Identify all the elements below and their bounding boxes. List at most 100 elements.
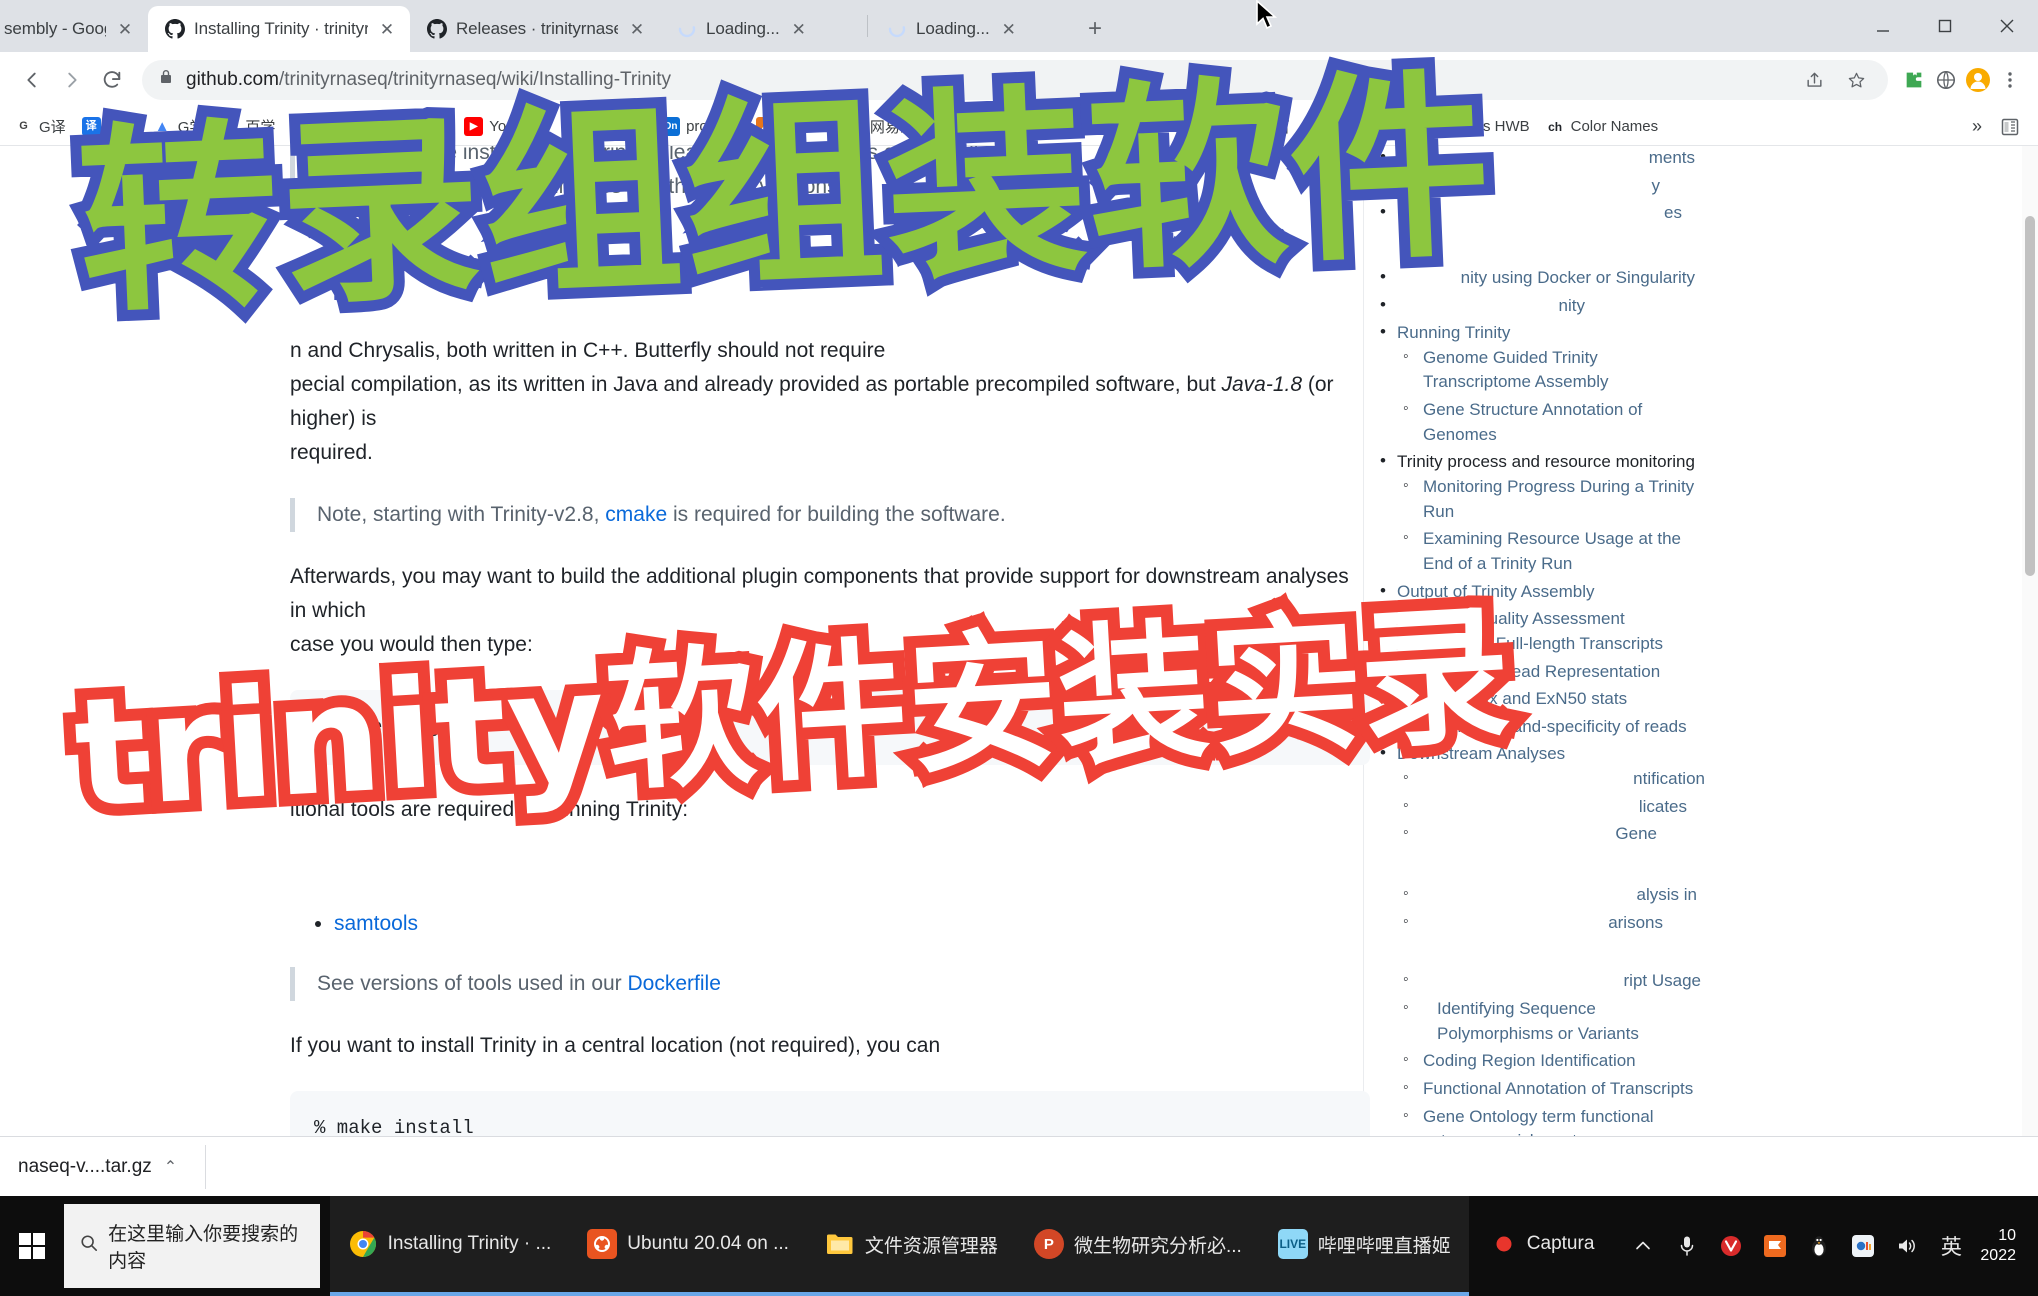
bookmark-12[interactable]: ⟳ 公众号 xyxy=(1009,113,1095,140)
browser-tab-3[interactable]: Loading... ✕ xyxy=(660,6,865,52)
toc-link[interactable]: Genome Guided Trinity Transcriptome Asse… xyxy=(1423,348,1608,392)
toc-link[interactable]: Contig Nx and ExN50 stats xyxy=(1423,689,1627,708)
bookmark-16[interactable]: d d... xyxy=(1298,114,1360,139)
taskbar-app-powerpoint[interactable]: P 微生物研究分析必... xyxy=(1015,1196,1260,1296)
scrollbar-thumb[interactable] xyxy=(2025,216,2035,576)
microphone-icon[interactable] xyxy=(1672,1231,1702,1261)
toc-link[interactable]: licates xyxy=(1639,797,1687,816)
taskbar-clock[interactable]: 10 2022 xyxy=(1980,1226,2022,1266)
bookmark-19[interactable]: ch Color Names xyxy=(1538,114,1667,139)
browser-tab-0[interactable]: sembly - Google Sear ✕ xyxy=(0,6,148,52)
profile-avatar[interactable] xyxy=(1962,64,1994,96)
flag-icon[interactable] xyxy=(1760,1231,1790,1261)
bookmark-6[interactable]: ▶ YouTube xyxy=(456,114,556,139)
back-icon[interactable] xyxy=(12,60,52,100)
bookmark-17[interactable]: P IF xyxy=(1360,114,1414,139)
browser-tab-1[interactable]: Installing Trinity · trinityrnaseq ✕ xyxy=(148,6,410,52)
browser-tab-4[interactable]: Loading... ✕ xyxy=(870,6,1070,52)
taskbar-app-file-explorer[interactable]: 文件资源管理器 xyxy=(806,1196,1016,1296)
toc-link[interactable]: ments xyxy=(1649,148,1695,167)
toc-link[interactable]: ntification xyxy=(1633,769,1705,788)
ime-language-indicator[interactable]: 英 xyxy=(1936,1231,1966,1261)
toc-link[interactable]: nity xyxy=(1559,296,1585,315)
close-icon[interactable]: ✕ xyxy=(114,18,136,40)
bookmarks-overflow-button[interactable]: » xyxy=(1962,113,1992,140)
bookmark-favicon: 译 xyxy=(81,117,101,136)
download-item[interactable]: naseq-v....tar.gz ⌃ xyxy=(0,1144,195,1190)
bookmark-4[interactable]: ◕ 皮图书 xyxy=(283,113,369,140)
address-bar[interactable]: github.com/trinityrnaseq/trinityrnaseq/w… xyxy=(142,60,1888,100)
maximize-icon[interactable] xyxy=(1914,0,1976,52)
toc-link[interactable]: es xyxy=(1664,203,1682,222)
chrome-menu-icon[interactable] xyxy=(1994,64,2026,96)
close-icon[interactable]: ✕ xyxy=(998,18,1020,40)
toc-link[interactable]: Functional Annotation of Transcripts xyxy=(1423,1079,1693,1098)
toc-link[interactable]: Assembly Quality Assessment xyxy=(1397,609,1625,628)
bookmark-3[interactable]: 熊百学 xyxy=(212,113,283,140)
toc-link[interactable]: Counting Full-length Transcripts xyxy=(1423,634,1663,653)
toc-link[interactable]: Examine strand-specificity of reads xyxy=(1423,717,1687,736)
bookmark-0[interactable]: G G译 xyxy=(6,113,74,140)
toc-link[interactable]: RNA-Seq Read Representation xyxy=(1423,662,1660,681)
bookmark-10[interactable]: 易网易邮箱 xyxy=(837,113,938,140)
cmake-link[interactable]: cmake xyxy=(605,503,667,526)
toc-link[interactable]: Identifying Sequence Polymorphisms or Va… xyxy=(1437,999,1639,1043)
bookmark-1[interactable]: 译百译 xyxy=(74,113,145,140)
bookmark-5[interactable]: ⚕ Library xyxy=(369,114,456,139)
penguin-icon[interactable] xyxy=(1804,1231,1834,1261)
bookmark-9[interactable]: ⟁ draw.io xyxy=(748,114,837,139)
bookmark-14[interactable]: ♪ Music xyxy=(1162,114,1242,139)
star-icon[interactable] xyxy=(1840,64,1872,96)
toc-link[interactable]: Downstream Analyses xyxy=(1397,744,1565,763)
bookmark-18[interactable]: W Colors HWB xyxy=(1414,114,1538,139)
reading-list-icon[interactable] xyxy=(1992,114,2032,140)
singularity-link[interactable]: Singularity xyxy=(450,175,548,198)
toc-link[interactable]: Coding Region Identification xyxy=(1423,1051,1636,1070)
toc-link[interactable]: Examining Resource Usage at the End of a… xyxy=(1423,529,1681,573)
new-tab-button[interactable]: + xyxy=(1078,12,1112,46)
browser-tab-2[interactable]: Releases · trinityrnaseq/trinityr ✕ xyxy=(410,6,660,52)
toc-link[interactable]: ript Usage xyxy=(1624,971,1701,990)
toc-link[interactable]: Output of Trinity Assembly xyxy=(1397,582,1594,601)
bookmark-15[interactable]: 熊百 xyxy=(1242,113,1298,140)
reload-icon[interactable] xyxy=(92,60,132,100)
toc-link[interactable]: Gene xyxy=(1615,824,1657,843)
page-scrollbar[interactable] xyxy=(2022,146,2038,1196)
translate-icon[interactable] xyxy=(1930,64,1962,96)
close-icon[interactable]: ✕ xyxy=(626,18,648,40)
toc-link[interactable]: nity using Docker or Singularity xyxy=(1461,268,1695,287)
samtools-link[interactable]: samtools xyxy=(334,912,418,935)
bookmark-7[interactable]: S PubMed xyxy=(556,114,653,139)
bookmark-2[interactable]: ▲ G学 xyxy=(145,113,213,140)
volume-icon[interactable] xyxy=(1892,1231,1922,1261)
toc-link[interactable]: Gene Structure Annotation of Genomes xyxy=(1423,400,1642,444)
docker-link[interactable]: Docker xyxy=(353,175,420,198)
toc-link[interactable]: y xyxy=(1652,176,1661,195)
toc-link[interactable]: arisons xyxy=(1608,913,1663,932)
windows-start-icon[interactable] xyxy=(0,1196,64,1296)
close-icon[interactable]: ✕ xyxy=(788,18,810,40)
close-window-icon[interactable] xyxy=(1976,0,2038,52)
taskbar-app-chrome[interactable]: Installing Trinity · ... xyxy=(329,1196,570,1296)
minimize-icon[interactable] xyxy=(1852,0,1914,52)
extensions-icon[interactable] xyxy=(1898,64,1930,96)
toc-link[interactable]: Monitoring Progress During a Trinity Run xyxy=(1423,477,1694,521)
bookmark-8[interactable]: On proceon xyxy=(653,114,748,139)
dockerfile-link[interactable]: Dockerfile xyxy=(628,972,721,995)
media-icon[interactable] xyxy=(1848,1231,1878,1261)
v-shield-icon[interactable] xyxy=(1716,1231,1746,1261)
taskbar-app-ubuntu[interactable]: Ubuntu 20.04 on ... xyxy=(569,1196,807,1296)
toc-link[interactable]: Running Trinity xyxy=(1397,323,1510,342)
taskbar-app-captura[interactable]: Captura xyxy=(1469,1196,1613,1296)
taskbar-app-bilibili[interactable]: LIVE 哔哩哔哩直播姬 xyxy=(1259,1196,1469,1296)
toc-link[interactable]: alysis in xyxy=(1637,885,1697,904)
bookmark-11[interactable]: ★ 飞鱼 xyxy=(938,113,1009,140)
close-icon[interactable]: ✕ xyxy=(376,18,398,40)
intro-pre: our xyxy=(317,175,354,199)
forward-icon[interactable] xyxy=(52,60,92,100)
share-icon[interactable] xyxy=(1798,64,1830,96)
chevron-up-icon[interactable]: ⌃ xyxy=(164,1157,177,1177)
taskbar-search-input[interactable]: 在这里输入你要搜索的内容 xyxy=(64,1204,320,1288)
bookmark-13[interactable]: R R图 xyxy=(1095,113,1162,140)
chevron-up-icon[interactable] xyxy=(1628,1231,1658,1261)
